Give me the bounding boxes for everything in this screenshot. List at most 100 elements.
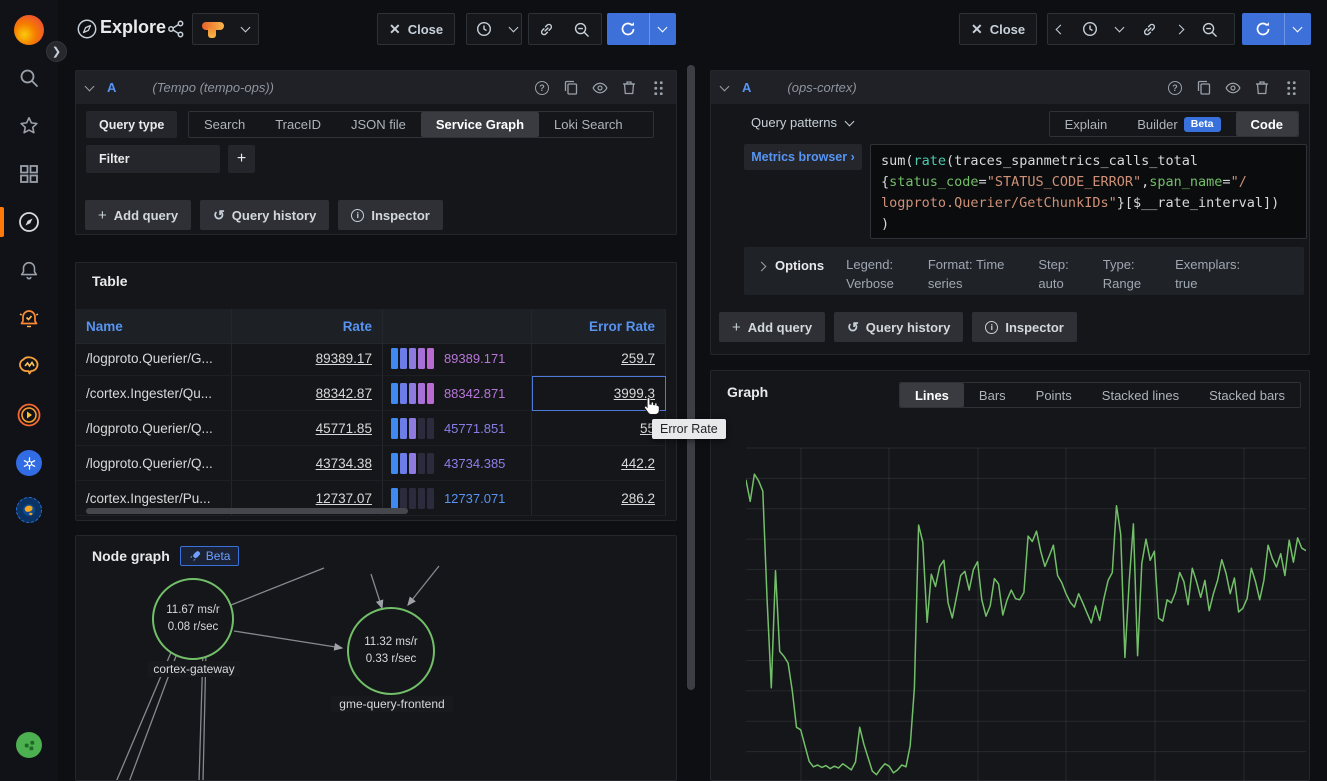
panel-title: Table <box>92 273 128 289</box>
span-name-cell: /logproto.Querier/Q... <box>76 411 232 446</box>
editor-mode-builder[interactable]: BuilderBeta <box>1122 112 1235 136</box>
query-type-loki-search[interactable]: Loki Search <box>539 112 638 137</box>
table-row: /cortex.Ingester/Qu...88342.8788342.8713… <box>76 376 666 411</box>
query-ref-id: A <box>742 80 751 95</box>
dashboards-icon[interactable] <box>0 152 58 196</box>
query-options-bar[interactable]: Options Legend:VerboseFormat: Timeseries… <box>744 247 1304 295</box>
horizontal-scrollbar[interactable] <box>86 508 408 514</box>
error-rate-link[interactable]: 259.7 <box>621 351 655 366</box>
rate-link[interactable]: 12737.07 <box>316 491 372 506</box>
rate-link[interactable]: 89389.17 <box>316 351 372 366</box>
inspector-button[interactable]: iInspector <box>972 312 1077 342</box>
graph-style-stacked-lines[interactable]: Stacked lines <box>1087 383 1194 407</box>
drag-handle-icon[interactable] <box>650 80 666 96</box>
synthetic-monitoring-globe-icon[interactable] <box>0 488 58 532</box>
starred-icon[interactable] <box>0 104 58 148</box>
graph-style-lines[interactable]: Lines <box>900 383 964 407</box>
disable-query-eye-icon[interactable] <box>592 80 608 96</box>
alerting-bell-icon[interactable] <box>0 248 58 292</box>
help-icon[interactable]: ? <box>1167 80 1183 96</box>
graph-style-bars[interactable]: Bars <box>964 383 1021 407</box>
link-icon[interactable] <box>1132 14 1167 44</box>
promql-code-editor[interactable]: sum(rate(traces_spanmetrics_calls_total{… <box>870 144 1307 239</box>
share-icon[interactable] <box>167 20 185 43</box>
link-icon[interactable] <box>529 14 564 44</box>
close-split-button-left[interactable]: ✕ Close <box>377 13 455 45</box>
close-split-button-right[interactable]: ✕ Close <box>959 13 1037 45</box>
graph-style-stacked-bars[interactable]: Stacked bars <box>1194 383 1300 407</box>
plugin-green-icon[interactable] <box>0 723 58 767</box>
query-option: Format: Timeseries <box>928 255 1005 293</box>
copy-icon[interactable] <box>1196 80 1212 96</box>
column-header[interactable]: Name <box>76 309 232 344</box>
move-right-icon[interactable] <box>1167 14 1192 44</box>
trash-icon[interactable] <box>1254 80 1270 96</box>
column-header[interactable] <box>383 309 532 344</box>
chevron-right-icon <box>757 262 767 272</box>
add-filter-button[interactable]: + <box>228 145 255 173</box>
rate-link[interactable]: 88342.87 <box>316 386 372 401</box>
node-stats[interactable]: 11.67 ms/r 0.08 r/sec <box>143 602 243 636</box>
zoom-out-icon[interactable] <box>564 14 599 44</box>
tempo-logo-icon <box>193 14 233 44</box>
query-history-button[interactable]: ↺Query history <box>834 312 963 342</box>
time-picker-caret-icon <box>501 14 526 44</box>
query-ref-id: A <box>107 80 116 95</box>
node-label: cortex-gateway <box>148 661 240 677</box>
help-icon[interactable]: ? <box>534 80 550 96</box>
kubernetes-icon[interactable] <box>0 441 58 485</box>
clock-icon[interactable] <box>1073 14 1107 44</box>
incident-icon[interactable] <box>0 393 58 437</box>
error-rate-link[interactable]: 442.2 <box>621 456 655 471</box>
disable-query-eye-icon[interactable] <box>1225 80 1241 96</box>
query-option: Type:Range <box>1103 255 1141 293</box>
run-query-button-right[interactable] <box>1242 13 1311 45</box>
graph-style-points[interactable]: Points <box>1021 383 1087 407</box>
column-header[interactable]: Error Rate <box>532 309 666 344</box>
query-type-label: Query type <box>86 111 177 138</box>
query-type-search[interactable]: Search <box>189 112 260 137</box>
datasource-picker[interactable] <box>192 13 259 45</box>
machine-learning-icon[interactable] <box>0 344 58 388</box>
search-icon[interactable] <box>0 56 58 100</box>
copy-icon[interactable] <box>563 80 579 96</box>
drag-handle-icon[interactable] <box>1283 80 1299 96</box>
metrics-browser-link[interactable]: Metrics browser › <box>744 144 862 170</box>
error-rate-link[interactable]: 286.2 <box>621 491 655 506</box>
query-type-traceid[interactable]: TraceID <box>260 112 336 137</box>
time-picker-caret-icon[interactable] <box>1107 14 1132 44</box>
sidebar <box>0 0 58 781</box>
refresh-icon <box>607 13 649 45</box>
editor-mode-explain[interactable]: Explain <box>1050 112 1123 136</box>
inspector-button[interactable]: iInspector <box>338 200 443 230</box>
alerts-plugin-icon[interactable] <box>0 296 58 340</box>
column-header[interactable]: Rate <box>232 309 382 344</box>
time-picker-left[interactable] <box>466 13 522 45</box>
time-series-chart[interactable] <box>746 431 1306 781</box>
editor-mode-radio-group: ExplainBuilderBetaCode <box>1049 111 1299 137</box>
explore-compass-icon[interactable] <box>0 200 58 244</box>
vertical-scrollbar[interactable] <box>687 65 695 690</box>
add-query-button[interactable]: +Add query <box>85 200 191 230</box>
node-stats[interactable]: 11.32 ms/r 0.33 r/sec <box>341 634 441 668</box>
span-name-cell: /logproto.Querier/G... <box>76 341 232 376</box>
trash-icon[interactable] <box>621 80 637 96</box>
query-history-button[interactable]: ↺Query history <box>200 200 329 230</box>
query-row-header[interactable]: A (ops-cortex) ? <box>711 71 1309 104</box>
query-type-service-graph[interactable]: Service Graph <box>421 112 539 137</box>
rate-link[interactable]: 45771.85 <box>316 421 372 436</box>
rate-link[interactable]: 43734.38 <box>316 456 372 471</box>
rate-gauge-cell: 43734.385 <box>383 446 532 481</box>
panel-title: Graph <box>727 384 768 400</box>
query-patterns-dropdown[interactable]: Query patterns <box>751 115 853 130</box>
zoom-out-icon[interactable] <box>1192 14 1227 44</box>
add-query-button[interactable]: +Add query <box>719 312 825 342</box>
run-query-button-left[interactable] <box>607 13 676 45</box>
sidebar-expand-button[interactable]: ❯ <box>46 41 67 62</box>
query-type-json-file[interactable]: JSON file <box>336 112 421 137</box>
query-row-header[interactable]: A (Tempo (tempo-ops)) ? <box>76 71 676 104</box>
filter-field[interactable]: Filter <box>86 145 220 173</box>
editor-mode-code[interactable]: Code <box>1236 112 1299 136</box>
query-datasource-label: (ops-cortex) <box>787 80 856 95</box>
move-left-icon[interactable] <box>1048 14 1073 44</box>
